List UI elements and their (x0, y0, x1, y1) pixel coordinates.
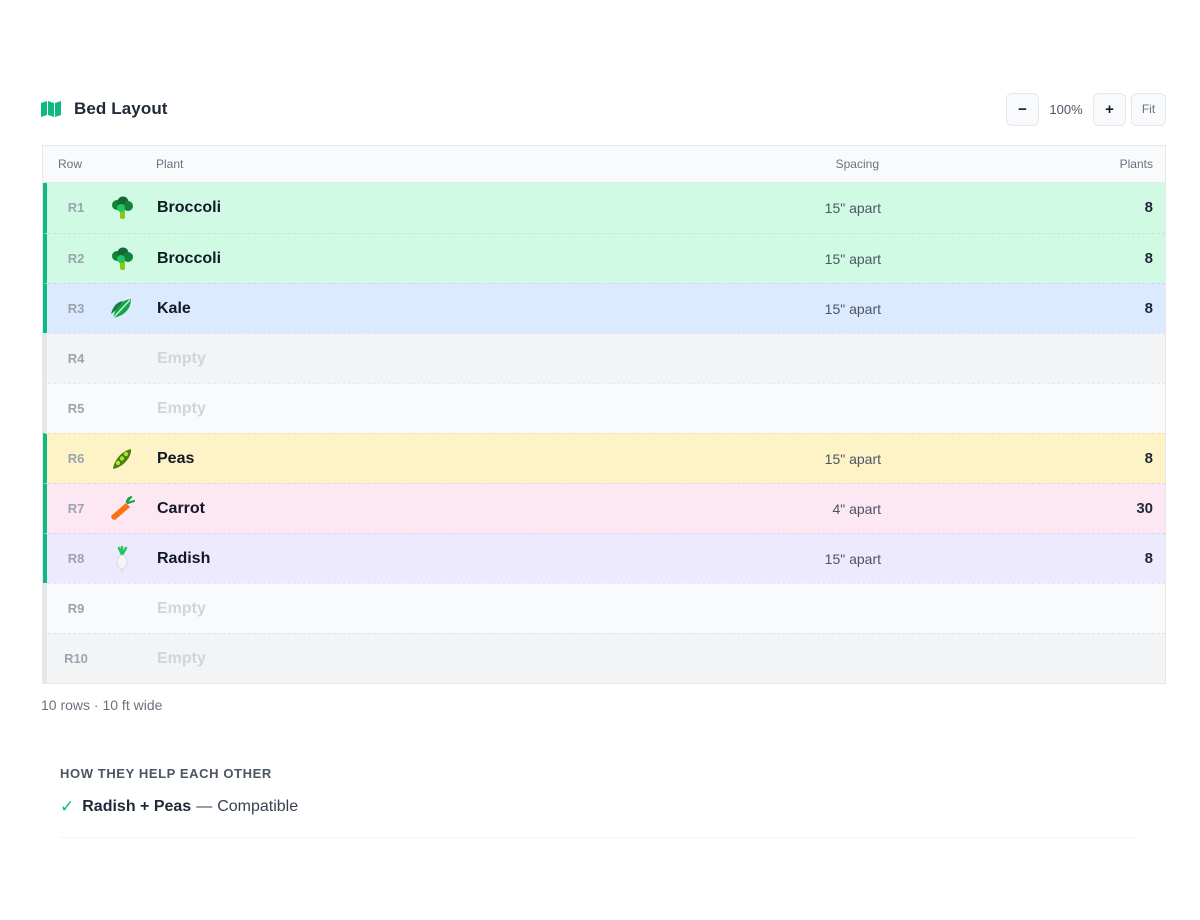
check-icon: ✓ (60, 797, 75, 816)
companion-section-title: HOW THEY HELP EACH OTHER (60, 766, 272, 781)
plant-name: Broccoli (157, 250, 222, 267)
bed-row[interactable]: R7 Carrot 4" apart 30 (43, 483, 1165, 533)
column-header-plant: Plant (156, 157, 184, 171)
bed-table: Row Plant Spacing Plants R1 Broccoli 15"… (42, 145, 1166, 684)
column-header-plants: Plants (1119, 157, 1153, 171)
plant-name: Peas (157, 450, 195, 467)
row-id: R2 (67, 251, 85, 266)
plant-name: Radish (157, 550, 211, 567)
bed-layout-header: Bed Layout − 100% + Fit (41, 92, 1166, 126)
plant-name: Empty (157, 600, 206, 617)
plant-count: 8 (1144, 550, 1153, 567)
zoom-controls: − 100% + Fit (1006, 92, 1166, 126)
zoom-level: 100% (1049, 101, 1083, 117)
radish-icon (107, 534, 137, 584)
row-id: R6 (67, 451, 85, 466)
bed-row[interactable]: R8 Radish 15" apart 8 (43, 533, 1165, 583)
plant-name: Empty (157, 650, 206, 667)
row-id: R4 (67, 351, 85, 366)
page-title: Bed Layout (74, 99, 168, 118)
bed-row[interactable]: R4 Empty (43, 333, 1165, 383)
title-group: Bed Layout (41, 92, 168, 126)
zoom-in-button[interactable]: + (1093, 92, 1126, 126)
bed-row[interactable]: R6 Peas 15" apart 8 (43, 433, 1165, 483)
row-id: R1 (67, 200, 85, 215)
row-id: R9 (67, 601, 85, 616)
plant-spacing: 4" apart (832, 501, 881, 517)
row-id: R5 (67, 401, 85, 416)
bed-row[interactable]: R10 Empty (43, 633, 1165, 683)
bed-summary: 10 rows · 10 ft wide (41, 697, 163, 713)
plant-name: Carrot (157, 500, 206, 517)
kale-icon (107, 284, 137, 334)
companion-pair-separator: — (196, 798, 213, 815)
bed-row[interactable]: R1 Broccoli 15" apart 8 (43, 183, 1165, 233)
plant-count: 8 (1144, 250, 1153, 267)
bed-row[interactable]: R3 Kale 15" apart 8 (43, 283, 1165, 333)
row-id: R8 (67, 551, 85, 566)
row-id: R10 (64, 651, 88, 666)
column-header-row: Row (58, 157, 83, 171)
plant-name: Broccoli (157, 199, 222, 216)
companion-section: HOW THEY HELP EACH OTHER ✓ Radish + Peas… (60, 766, 1136, 838)
carrot-icon (107, 484, 137, 534)
plant-spacing: 15" apart (824, 301, 881, 317)
bed-row[interactable]: R5 Empty (43, 383, 1165, 433)
companion-pair: ✓ Radish + Peas — Compatible (60, 797, 1136, 838)
peas-icon (107, 434, 137, 484)
broccoli-icon (107, 234, 137, 284)
plant-count: 8 (1144, 450, 1153, 467)
plant-spacing: 15" apart (824, 251, 881, 267)
bed-row[interactable]: R2 Broccoli 15" apart 8 (43, 233, 1165, 283)
table-header: Row Plant Spacing Plants (43, 146, 1165, 183)
plant-count: 8 (1144, 199, 1153, 216)
plant-spacing: 15" apart (824, 451, 881, 467)
map-icon (41, 101, 61, 117)
plant-spacing: 15" apart (824, 551, 881, 567)
broccoli-icon (107, 183, 137, 233)
plant-count: 8 (1144, 300, 1153, 317)
plant-name: Empty (157, 400, 206, 417)
plant-name: Kale (157, 300, 191, 317)
zoom-fit-button[interactable]: Fit (1131, 92, 1166, 126)
companion-pair-status: Compatible (217, 798, 299, 815)
row-id: R7 (67, 501, 85, 516)
plant-name: Empty (157, 350, 206, 367)
companion-pair-names: Radish + Peas (82, 798, 192, 815)
plant-count: 30 (1136, 500, 1153, 517)
bed-row[interactable]: R9 Empty (43, 583, 1165, 633)
plant-spacing: 15" apart (824, 200, 881, 216)
column-header-spacing: Spacing (835, 157, 879, 171)
row-id: R3 (67, 301, 85, 316)
zoom-out-button[interactable]: − (1006, 92, 1039, 126)
